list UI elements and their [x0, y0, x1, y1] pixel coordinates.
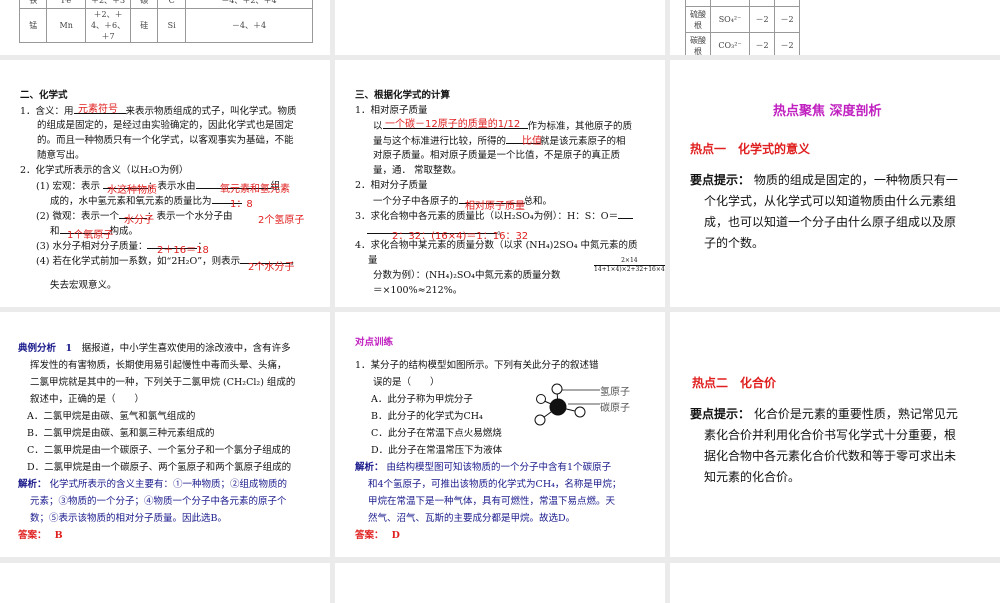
- slide-example-analysis[interactable]: 典例分析 1 据报道，中小学生喜欢使用的涂改液中，含有许多 挥发性的有害物质，长…: [0, 312, 330, 557]
- answer: 2个水分子: [248, 262, 295, 273]
- answer: 水这种物质: [107, 185, 157, 196]
- answer: 比值: [522, 136, 542, 147]
- slide-valence-table[interactable]: 铁 Fe ＋2、＋3 碳 C －4、＋2、＋4 锰 Mn ＋2、＋4、＋6、＋7 硅 Si －4、＋…: [0, 0, 330, 55]
- hotspot-heading: 热点二 化合价: [692, 376, 777, 390]
- option-a: A．二氯甲烷是由碳、氢气和氯气组成的: [27, 411, 196, 422]
- slide-next[interactable]: [335, 563, 665, 603]
- slide-next[interactable]: [0, 563, 330, 603]
- hotspot-heading: 热点一 化学式的意义: [690, 142, 811, 156]
- option-c: C．二氯甲烷是由一个碳原子、一个氢分子和一个氯分子组成的: [27, 445, 291, 456]
- slide-blank[interactable]: [335, 0, 665, 55]
- slide-radical-table[interactable]: 硫酸根 SO₄²⁻ －2 －2 碳酸根 CO₃²⁻ －2 －2: [670, 0, 1000, 55]
- answer: 元素符号: [78, 104, 118, 115]
- section-title: 二、化学式: [20, 90, 68, 101]
- slide-formula-calculation[interactable]: 三、根据化学式的计算 1．相对原子质量 以作为标准，其他原子的质 量与这个标准进…: [335, 60, 665, 307]
- answer: 相对原子质量: [465, 201, 525, 212]
- option-d: D．此分子在常温常压下为液体: [371, 445, 503, 456]
- answer: 2＋16＝18: [157, 245, 209, 256]
- methane-molecule-model: [534, 383, 600, 426]
- option-b: B．二氯甲烷是由碳、氢和氯三种元素组成的: [27, 428, 215, 439]
- answer: 水分子: [124, 215, 154, 226]
- radical-table: 硫酸根 SO₄²⁻ －2 －2 碳酸根 CO₃²⁻ －2 －2: [685, 0, 800, 55]
- answer: 1个氧原子: [67, 230, 114, 241]
- valence-table: 铁 Fe ＋2、＋3 碳 C －4、＋2、＋4 锰 Mn ＋2、＋4、＋6、＋7 硅 Si －4、＋…: [18, 0, 314, 43]
- slide-hotspot-valence[interactable]: 热点二 化合价 要点提示： 化合价是元素的重要性质，熟记常见元 素化合价并利用化…: [670, 312, 1000, 557]
- answer-value: D: [391, 530, 400, 541]
- slide-title: 热点聚焦 深度剖析: [773, 104, 882, 119]
- slide-next[interactable]: [670, 563, 1000, 603]
- option-d: D．二氯甲烷是由一个碳原子、两个氢原子和两个氯原子组成的: [27, 462, 292, 473]
- answer: 2个氢原子: [258, 215, 305, 226]
- slide-hotspot-formula[interactable]: 热点聚焦 深度剖析 热点一 化学式的意义 要点提示： 物质的组成是固定的，一种物…: [670, 60, 1000, 307]
- answer: 2：32：(16×4)＝1：16：32: [392, 231, 529, 242]
- option-a: A．此分子称为甲烷分子: [371, 394, 473, 405]
- answer-value: B: [54, 530, 63, 541]
- carbon-atom-label: 碳原子: [600, 403, 630, 414]
- option-b: B．此分子的化学式为CH₄: [371, 411, 483, 422]
- answer: 1：8: [230, 199, 253, 210]
- hydrogen-atom-label: 氢原子: [600, 387, 630, 398]
- section-title: 三、根据化学式的计算: [355, 90, 451, 101]
- answer: 氧元素和氢元素: [220, 184, 290, 195]
- answer: 一个碳－12原子的质量的1/12: [385, 119, 521, 130]
- slide-practice[interactable]: 对点训练 1．某分子的结构模型如图所示。下列有关此分子的叙述错 误的是（ ） A…: [335, 312, 665, 557]
- fraction: 2×14 14+1×4)×2+32+16×4: [594, 257, 665, 273]
- slide-chemical-formula[interactable]: 二、化学式 1．含义：用 来表示物质组成的式子，叫化学式。物质 的组成是固定的，是…: [0, 60, 330, 307]
- option-c: C．此分子在常温下点火易燃烧: [371, 428, 502, 439]
